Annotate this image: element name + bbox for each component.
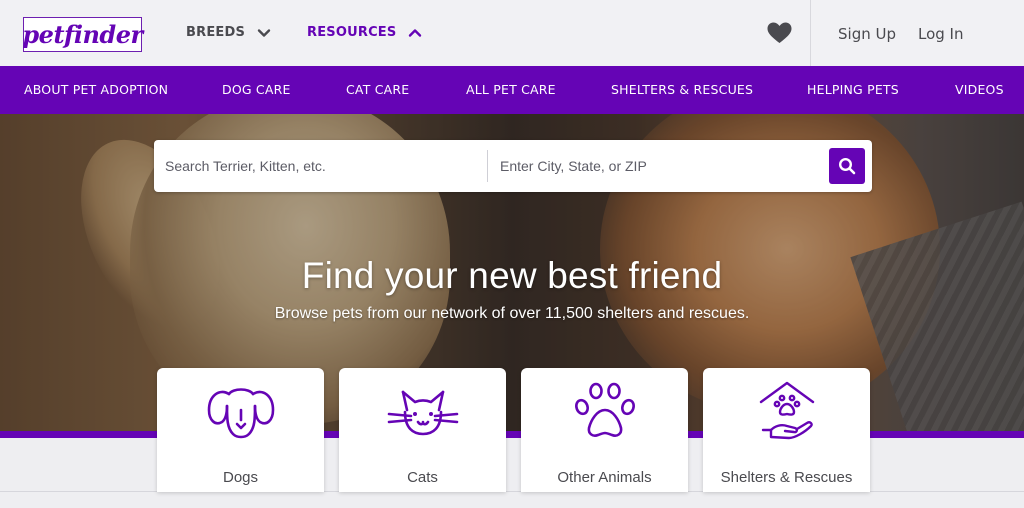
pet-search-bar — [154, 140, 872, 192]
location-search-input[interactable] — [489, 140, 809, 192]
search-divider — [487, 150, 488, 182]
subnav-item-all-pet-care[interactable]: ALL PET CARE — [466, 82, 556, 97]
search-button[interactable] — [829, 148, 865, 184]
search-icon — [838, 157, 856, 175]
category-card-cats[interactable]: Cats — [339, 368, 506, 492]
category-card-shelters-rescues[interactable]: Shelters & Rescues — [703, 368, 870, 492]
logo-text: petfinder — [22, 20, 143, 49]
chevron-down-icon — [257, 28, 271, 37]
header-divider — [810, 0, 811, 66]
resources-subnav: ABOUT PET ADOPTION DOG CARE CAT CARE ALL… — [0, 66, 1024, 114]
nav-breeds[interactable]: BREEDS — [186, 25, 271, 40]
cat-icon — [387, 390, 458, 436]
hero-title: Find your new best friend — [301, 255, 723, 296]
paw-icon — [574, 382, 635, 437]
shelter-icon — [759, 381, 814, 440]
hero-bottom-band — [0, 431, 1024, 438]
category-label-shelters-rescues: Shelters & Rescues — [720, 469, 853, 486]
site-header: petfinder BREEDS RESOURCES Sign Up Log I… — [0, 0, 1024, 66]
chevron-up-icon — [409, 28, 422, 37]
sign-up-link[interactable]: Sign Up — [838, 25, 896, 43]
dog-icon — [207, 388, 274, 439]
category-card-other-animals[interactable]: Other Animals — [521, 368, 688, 492]
nav-resources[interactable]: RESOURCES — [307, 25, 422, 40]
category-label-other-animals: Other Animals — [557, 469, 652, 486]
subnav-item-videos[interactable]: VIDEOS — [955, 82, 1004, 97]
petfinder-logo[interactable]: petfinder — [22, 17, 143, 52]
nav-resources-label: RESOURCES — [307, 25, 397, 40]
subnav-item-cat-care[interactable]: CAT CARE — [346, 82, 409, 97]
lower-section — [0, 438, 1024, 508]
heart-icon[interactable] — [767, 22, 792, 44]
log-in-link[interactable]: Log In — [918, 25, 964, 43]
subnav-item-helping-pets[interactable]: HELPING PETS — [807, 82, 899, 97]
subnav-item-dog-care[interactable]: DOG CARE — [222, 82, 291, 97]
category-card-dogs[interactable]: Dogs — [157, 368, 324, 492]
hero-subtitle: Browse pets from our network of over 11,… — [274, 305, 750, 322]
category-label-cats: Cats — [407, 469, 438, 486]
section-divider — [0, 491, 1024, 492]
category-label-dogs: Dogs — [222, 469, 259, 486]
pet-search-input[interactable] — [154, 140, 484, 192]
subnav-item-about-pet-adoption[interactable]: ABOUT PET ADOPTION — [24, 82, 168, 97]
nav-breeds-label: BREEDS — [186, 25, 246, 40]
subnav-item-shelters-rescues[interactable]: SHELTERS & RESCUES — [611, 82, 753, 97]
